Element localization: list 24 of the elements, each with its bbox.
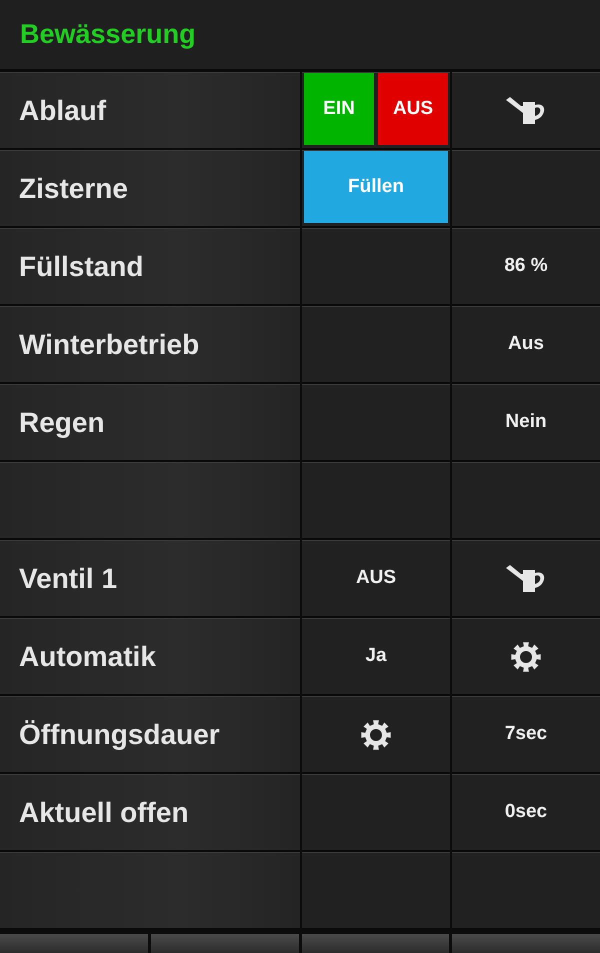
settings-icon[interactable] bbox=[360, 718, 392, 750]
page-title: Bewässerung bbox=[20, 18, 196, 52]
toggle-button[interactable]: AUS bbox=[378, 73, 448, 145]
toggle-button[interactable]: EIN bbox=[304, 73, 374, 145]
row-label: Aktuell offen bbox=[19, 796, 189, 830]
row-label: Zisterne bbox=[19, 172, 128, 206]
watering-can-icon[interactable] bbox=[505, 96, 547, 126]
row-label: Ventil 1 bbox=[19, 562, 118, 596]
value-text: AUS bbox=[356, 566, 396, 590]
value-text: Nein bbox=[505, 410, 547, 434]
row-label: Füllstand bbox=[19, 250, 144, 284]
watering-can-icon[interactable] bbox=[505, 564, 547, 594]
row-label: Automatik bbox=[19, 640, 156, 674]
row-label: Winterbetrieb bbox=[19, 328, 200, 362]
value-text: 86 % bbox=[504, 254, 548, 278]
row-label: Regen bbox=[19, 406, 105, 440]
value-text: Aus bbox=[508, 332, 544, 356]
toggle-button[interactable]: Füllen bbox=[304, 151, 448, 223]
value-text: Ja bbox=[365, 644, 387, 668]
value-text: 7sec bbox=[504, 722, 548, 746]
row-label: Ablauf bbox=[19, 94, 106, 128]
row-label: Öffnungsdauer bbox=[19, 718, 220, 752]
value-text: 0sec bbox=[504, 800, 548, 824]
settings-icon[interactable] bbox=[510, 640, 542, 672]
